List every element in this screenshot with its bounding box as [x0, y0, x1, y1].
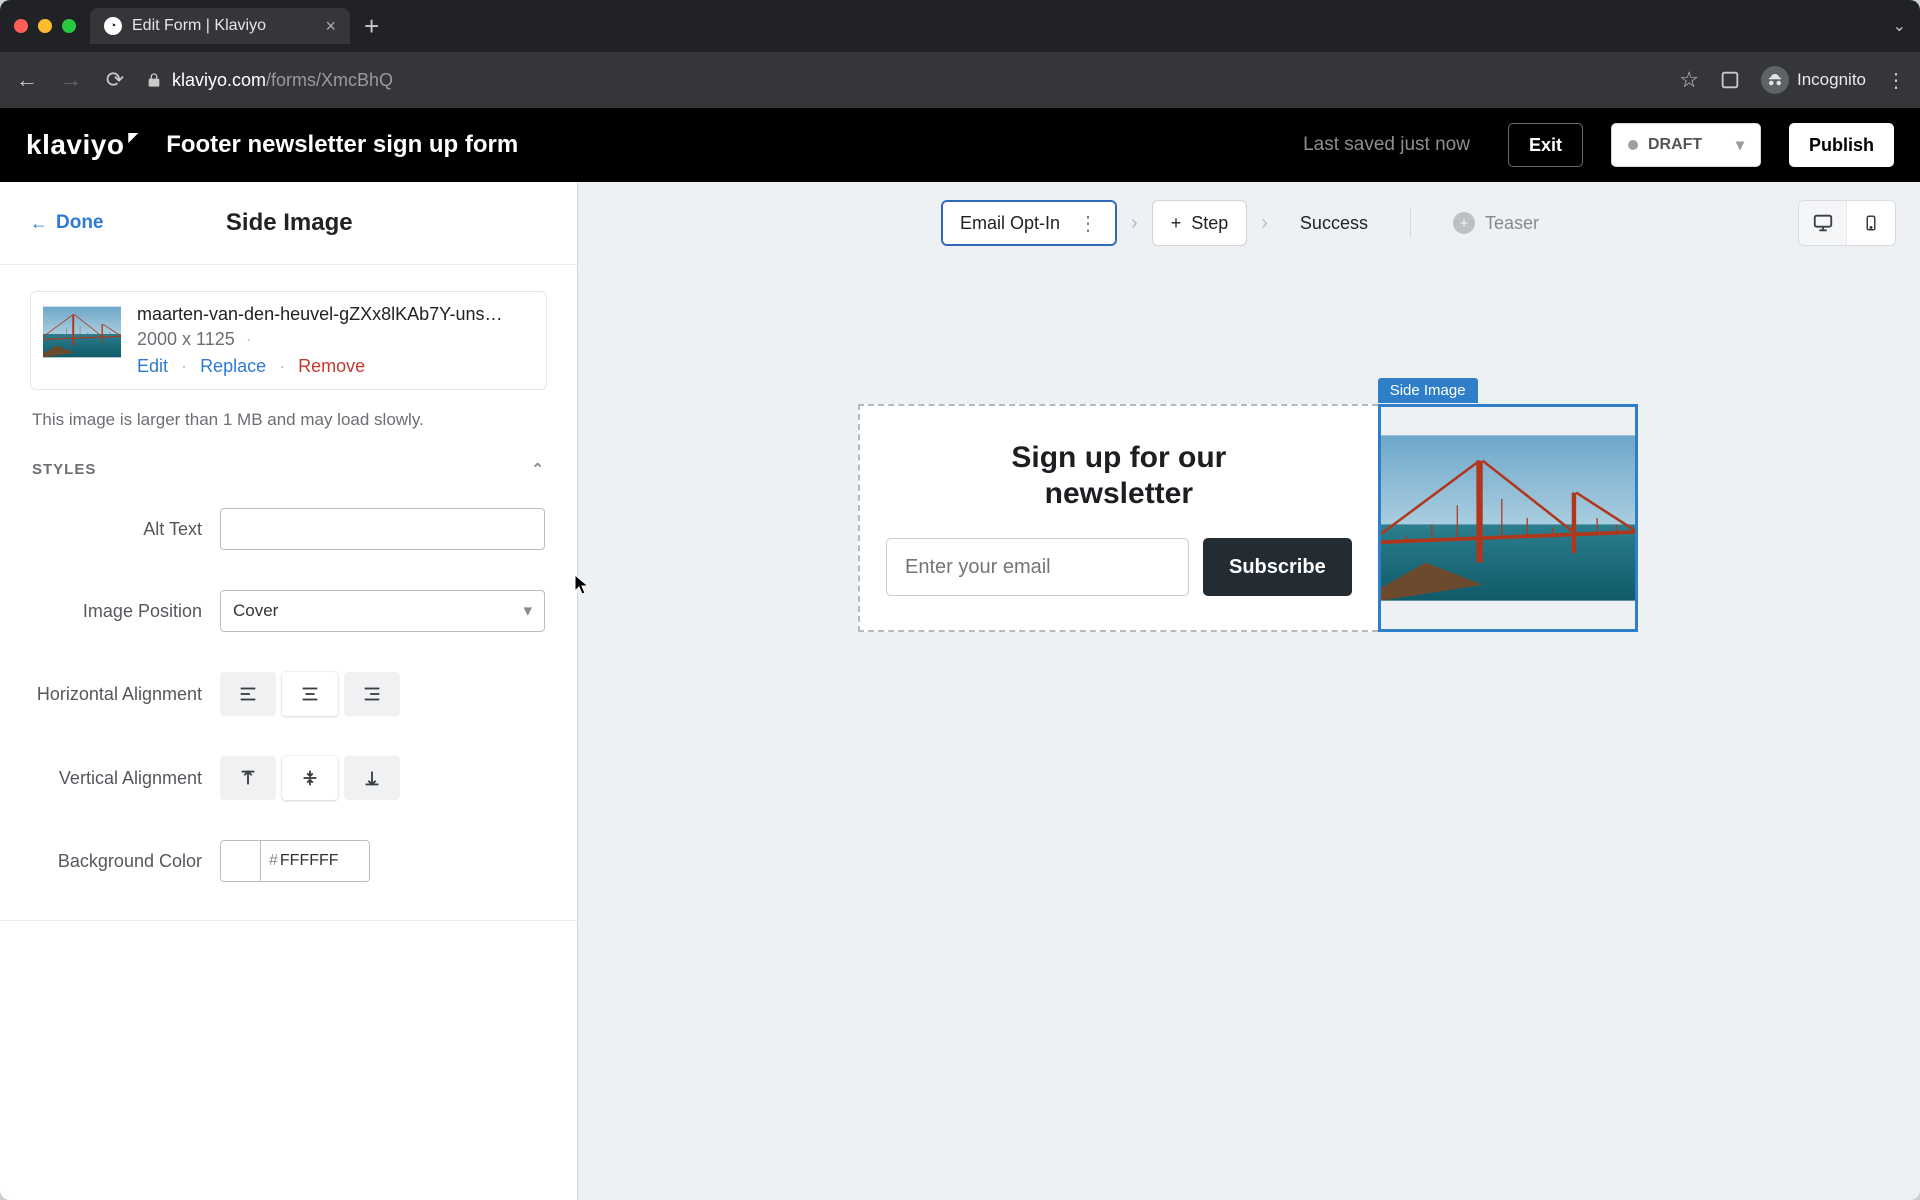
align-top-button[interactable]	[220, 756, 276, 800]
last-saved-text: Last saved just now	[1303, 134, 1470, 156]
image-position-row: Image Position Cover ▾	[32, 590, 545, 632]
chevron-up-icon: ⌃	[531, 460, 545, 478]
horizontal-alignment-row: Horizontal Alignment	[32, 672, 545, 716]
plus-circle-icon: +	[1171, 213, 1182, 234]
sidebar-title: Side Image	[68, 209, 512, 237]
favicon-icon: ◔	[104, 17, 122, 35]
logo[interactable]: klaviyo◤	[26, 129, 138, 161]
vertical-alignment-row: Vertical Alignment	[32, 756, 545, 800]
form-preview: Sign up for our newsletter Subscribe Sid…	[858, 404, 1638, 632]
canvas-toolbar: Email Opt-In ⋮ › + Step › Success + Teas…	[578, 182, 1920, 264]
incognito-icon	[1761, 66, 1789, 94]
horizontal-alignment-label: Horizontal Alignment	[32, 684, 202, 705]
forward-button[interactable]: →	[58, 67, 84, 93]
tab-title: Edit Form | Klaviyo	[132, 17, 266, 35]
tabs-menu-icon[interactable]: ⌄	[1893, 16, 1906, 36]
align-center-button[interactable]	[282, 672, 338, 716]
bookmark-icon[interactable]: ☆	[1679, 67, 1699, 93]
step-email-optin[interactable]: Email Opt-In ⋮	[941, 200, 1117, 246]
reload-button[interactable]: ⟳	[102, 67, 128, 93]
subscribe-button[interactable]: Subscribe	[1203, 538, 1352, 596]
image-position-select[interactable]: Cover ▾	[220, 590, 545, 632]
align-middle-button[interactable]	[282, 756, 338, 800]
logo-flag-icon: ◤	[128, 130, 138, 144]
alt-text-row: Alt Text	[32, 508, 545, 550]
color-hex-input[interactable]	[280, 852, 360, 870]
maximize-window-icon[interactable]	[62, 19, 76, 33]
address-bar[interactable]: klaviyo.com/forms/XmcBhQ	[146, 70, 1661, 91]
step-menu-icon[interactable]: ⋮	[1078, 211, 1098, 236]
minimize-window-icon[interactable]	[38, 19, 52, 33]
align-right-button[interactable]	[344, 672, 400, 716]
close-tab-icon[interactable]: ×	[325, 16, 336, 37]
image-dimensions: 2000 x 1125 ·	[137, 329, 534, 350]
alt-text-label: Alt Text	[32, 519, 202, 540]
email-input[interactable]	[886, 538, 1189, 596]
status-dot-icon	[1628, 140, 1638, 150]
image-filename: maarten-van-den-heuvel-gZXx8lKAb7Y-uns…	[137, 304, 534, 325]
page-title: Footer newsletter sign up form	[166, 131, 518, 159]
extensions-icon[interactable]	[1719, 69, 1741, 91]
browser-window: ◔ Edit Form | Klaviyo × + ⌄ ← → ⟳ klaviy…	[0, 0, 1920, 1200]
replace-image-link[interactable]: Replace	[200, 356, 266, 376]
desktop-icon	[1812, 212, 1834, 234]
side-image-tag: Side Image	[1378, 378, 1478, 403]
vertical-alignment-label: Vertical Alignment	[32, 768, 202, 789]
step-success[interactable]: Success	[1282, 200, 1386, 246]
url-text: klaviyo.com/forms/XmcBhQ	[172, 70, 393, 91]
publish-button[interactable]: Publish	[1789, 123, 1894, 167]
back-button[interactable]: ←	[14, 67, 40, 93]
side-image-slot[interactable]: Side Image	[1378, 404, 1638, 632]
remove-image-link[interactable]: Remove	[298, 356, 365, 376]
device-preview-toggle	[1798, 200, 1896, 246]
workspace: ← Done Side Image maarten-van-den-heuvel…	[0, 182, 1920, 1200]
image-thumbnail[interactable]	[43, 304, 121, 360]
edit-image-link[interactable]: Edit	[137, 356, 168, 376]
status-label: DRAFT	[1648, 136, 1702, 154]
sidebar: ← Done Side Image maarten-van-den-heuvel…	[0, 182, 578, 1200]
color-swatch[interactable]	[221, 841, 261, 881]
browser-menu-icon[interactable]: ⋮	[1886, 68, 1906, 93]
canvas: Email Opt-In ⋮ › + Step › Success + Teas…	[578, 182, 1920, 1200]
add-teaser-button[interactable]: + Teaser	[1435, 200, 1557, 246]
status-dropdown[interactable]: DRAFT ▾	[1611, 123, 1761, 167]
desktop-preview-button[interactable]	[1799, 201, 1847, 245]
lock-icon	[146, 72, 162, 88]
browser-tab[interactable]: ◔ Edit Form | Klaviyo ×	[90, 8, 350, 44]
mobile-preview-button[interactable]	[1847, 201, 1895, 245]
chevron-down-icon: ▾	[523, 601, 532, 621]
mobile-icon	[1862, 212, 1880, 234]
exit-button[interactable]: Exit	[1508, 123, 1583, 167]
add-step-button[interactable]: + Step	[1152, 200, 1248, 246]
incognito-indicator[interactable]: Incognito	[1761, 66, 1866, 94]
browser-tabstrip: ◔ Edit Form | Klaviyo × + ⌄	[0, 0, 1920, 52]
background-color-input[interactable]: #	[220, 840, 370, 882]
align-bottom-button[interactable]	[344, 756, 400, 800]
image-card: maarten-van-den-heuvel-gZXx8lKAb7Y-uns… …	[30, 291, 547, 390]
align-left-button[interactable]	[220, 672, 276, 716]
styles-section-header[interactable]: STYLES ⌃	[32, 460, 545, 478]
form-headline[interactable]: Sign up for our newsletter	[979, 440, 1259, 512]
alt-text-input[interactable]	[220, 508, 545, 550]
chevron-right-icon: ›	[1261, 212, 1268, 235]
chevron-down-icon: ▾	[1736, 135, 1744, 155]
browser-toolbar: ← → ⟳ klaviyo.com/forms/XmcBhQ ☆ Incogni…	[0, 52, 1920, 108]
sidebar-header: ← Done Side Image	[0, 182, 577, 264]
plus-circle-icon: +	[1453, 212, 1475, 234]
image-actions: Edit · Replace · Remove	[137, 356, 534, 377]
image-position-label: Image Position	[32, 601, 202, 622]
close-window-icon[interactable]	[14, 19, 28, 33]
side-image-selected[interactable]	[1378, 404, 1638, 632]
new-tab-button[interactable]: +	[364, 11, 379, 42]
image-size-warning: This image is larger than 1 MB and may l…	[32, 410, 545, 430]
app-header: klaviyo◤ Footer newsletter sign up form …	[0, 108, 1920, 182]
background-color-row: Background Color #	[32, 840, 545, 882]
background-color-label: Background Color	[32, 851, 202, 872]
chevron-right-icon: ›	[1131, 212, 1138, 235]
arrow-left-icon: ←	[30, 213, 48, 234]
window-controls	[14, 19, 76, 33]
form-content-area[interactable]: Sign up for our newsletter Subscribe	[858, 404, 1378, 632]
canvas-stage[interactable]: Sign up for our newsletter Subscribe Sid…	[578, 264, 1920, 1200]
